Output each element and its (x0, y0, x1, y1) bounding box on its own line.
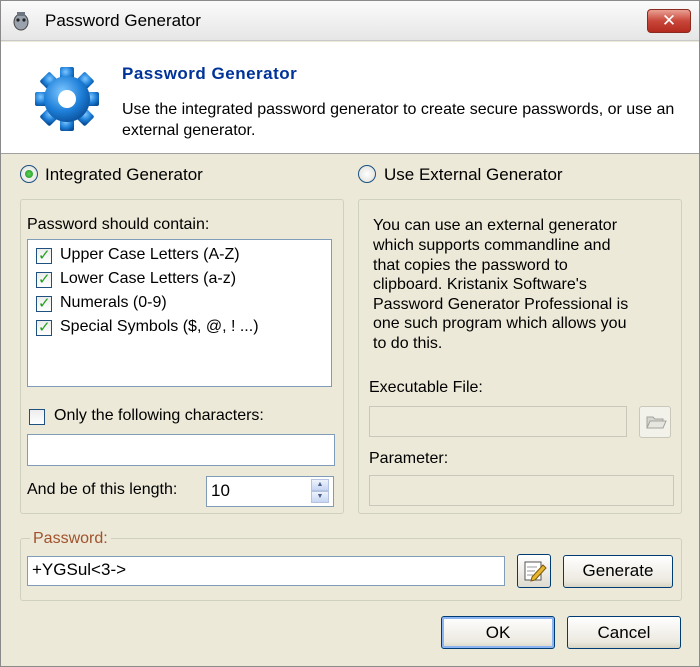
gear-icon (35, 67, 99, 131)
edit-password-button[interactable] (517, 554, 551, 588)
close-button[interactable]: ✕ (647, 9, 691, 33)
integrated-generator-label[interactable]: Integrated Generator (45, 165, 203, 185)
password-input[interactable]: +YGSul<3-> (27, 556, 505, 586)
close-icon: ✕ (661, 11, 677, 31)
spin-up-icon[interactable]: ▲ (311, 479, 329, 491)
window-title: Password Generator (45, 11, 201, 30)
external-generator-radio[interactable] (358, 165, 376, 183)
integrated-generator-radio[interactable] (20, 165, 38, 183)
executable-file-label: Executable File: (369, 379, 483, 396)
password-value: +YGSul<3-> (32, 560, 127, 579)
title-bar[interactable]: Password Generator ✕ (1, 1, 699, 41)
parameter-label: Parameter: (369, 450, 449, 467)
password-label: Password: (30, 530, 111, 548)
header-description: Use the integrated password generator to… (122, 101, 675, 139)
parameter-input[interactable] (369, 475, 674, 506)
length-value: 10 (211, 481, 230, 500)
only-following-chars-label[interactable]: Only the following characters: (54, 407, 264, 425)
option-symbols-label: Special Symbols ($, @, ! ...) (60, 318, 259, 335)
external-info-line-3: that copies the password to (373, 257, 568, 274)
external-info-line-7: to do this. (373, 335, 443, 352)
contain-label: Password should contain: (27, 216, 210, 233)
ok-button[interactable]: OK (441, 616, 555, 649)
external-info-line-4: clipboard. Kristanix Software's (373, 276, 587, 293)
generate-button-label: Generate (582, 561, 654, 580)
option-lowercase-label: Lower Case Letters (a-z) (60, 270, 237, 287)
dialog-header: Password Generator Use the integrated pa… (1, 42, 699, 154)
spin-down-icon[interactable]: ▼ (311, 491, 329, 503)
external-info-line-1: You can use an external generator (373, 217, 618, 234)
edit-icon (524, 561, 547, 582)
folder-icon (646, 416, 667, 429)
generate-button[interactable]: Generate (563, 555, 673, 588)
contain-options-list: Upper Case Letters (A-Z) Lower Case Lett… (27, 239, 332, 387)
length-label: And be of this length: (27, 481, 178, 498)
external-info-line-6: one such program which allows you (373, 315, 627, 332)
cancel-button[interactable]: Cancel (567, 616, 681, 649)
external-generator-label[interactable]: Use External Generator (384, 165, 563, 185)
length-spinner[interactable]: ▲ ▼ (311, 479, 331, 505)
option-uppercase-checkbox[interactable] (36, 246, 52, 264)
external-info-line-5: Password Generator Professional is (373, 296, 629, 313)
option-numerals-label: Numerals (0-9) (60, 294, 167, 311)
executable-file-input[interactable] (369, 406, 627, 437)
app-icon (13, 12, 29, 31)
password-generator-window: Password Generator ✕ Password Generator … (0, 0, 700, 667)
option-symbols-checkbox[interactable] (36, 318, 52, 336)
only-following-chars-input[interactable] (27, 434, 335, 466)
cancel-button-label: Cancel (597, 623, 651, 642)
ok-button-label: OK (485, 623, 511, 642)
external-info-line-2: which supports commandline and (373, 237, 611, 254)
option-uppercase-label: Upper Case Letters (A-Z) (60, 246, 240, 263)
option-lowercase-checkbox[interactable] (36, 270, 52, 288)
option-numerals-checkbox[interactable] (36, 294, 52, 312)
only-following-chars-checkbox[interactable] (29, 409, 45, 425)
header-title: Password Generator (122, 64, 298, 83)
browse-button[interactable] (639, 406, 671, 438)
